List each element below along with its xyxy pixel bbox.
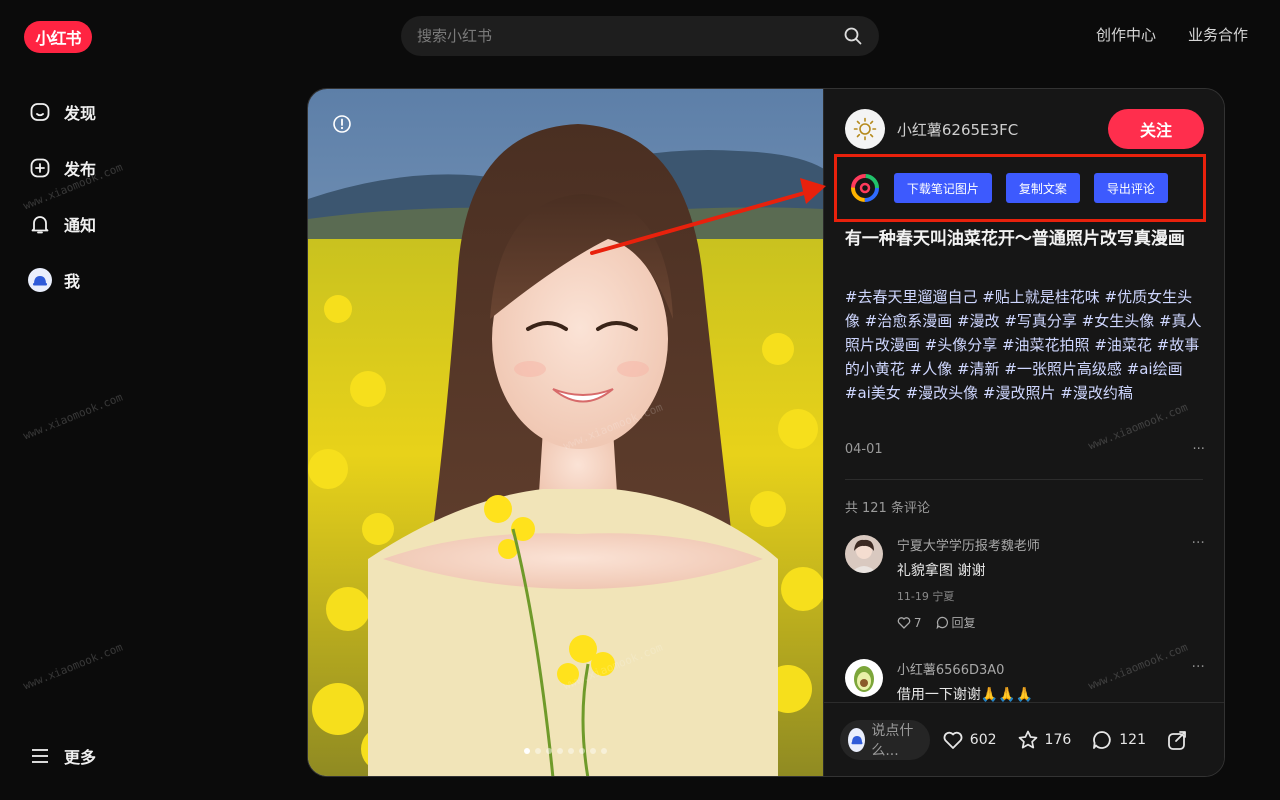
comment-like-button[interactable]: 7 [897,616,922,630]
comment-text: 借用一下谢谢🙏🙏🙏 [896,687,1034,703]
sidebar-item-label: 更多 [64,748,97,767]
sidebar-item-label: 发现 [64,104,97,123]
note-side-panel: 小红薯6265E3FC 关注 下载笔记图片 复制文案 导出评论 有一种春天叫油菜… [822,89,1224,776]
commenter-avatar[interactable] [844,535,883,573]
watermark: www.xiaomook.com [21,390,125,443]
download-images-button[interactable]: 下载笔记图片 [893,173,992,203]
bell-icon [28,212,52,236]
sidebar-item-notifications[interactable]: 通知 [28,206,96,242]
comment-count: 共 121 条评论 [844,501,930,516]
note-date: 04-01 [844,442,883,457]
sidebar-item-publish[interactable]: 发布 [28,150,96,186]
extension-toolbar: 下载笔记图片 复制文案 导出评论 [833,154,1206,222]
author-info[interactable]: 小红薯6265E3FC [844,109,1018,149]
heart-icon [897,616,911,629]
sidebar-nav: 发现 发布 通知 我 [28,94,96,318]
export-comments-button[interactable]: 导出评论 [1093,173,1168,203]
creator-center-link[interactable]: 创作中心 [1096,24,1156,45]
reply-icon [936,616,948,629]
home-icon [28,100,52,124]
heart-icon [943,731,963,749]
pagination-dot[interactable] [545,748,552,754]
search-input[interactable] [417,27,843,45]
commenter-avatar[interactable] [844,659,883,697]
search-icon[interactable] [843,26,863,46]
note-image[interactable] [308,89,823,776]
sidebar-item-me[interactable]: 我 [28,262,96,298]
note-title: 有一种春天叫油菜花开～普通照片改写真漫画 [844,229,1185,249]
star-icon [1018,730,1037,748]
comment-meta: 11-19 宁夏 [896,590,955,603]
pagination-dot[interactable] [523,748,530,754]
comment-icon [1093,730,1111,749]
like-count: 602 [969,731,997,748]
business-link[interactable]: 业务合作 [1188,24,1248,45]
menu-icon [28,744,52,768]
sun-icon [853,117,877,141]
author-avatar[interactable] [844,109,885,149]
comment-reply-label: 回复 [951,616,976,630]
note-hashtags[interactable]: #去春天里遛遛自己 #贴上就是桂花味 #优质女生头像 #治愈系漫画 #漫改 #写… [845,285,1207,405]
pagination-dot[interactable] [567,748,574,754]
pagination-dot[interactable] [556,748,563,754]
note-detail-card: 小红薯6265E3FC 关注 下载笔记图片 复制文案 导出评论 有一种春天叫油菜… [307,88,1225,777]
comment-like-count: 7 [913,615,922,630]
comment-reply-button[interactable]: 回复 [936,614,976,631]
divider [844,479,1203,480]
collect-button[interactable]: 176 [1017,729,1072,751]
author-name[interactable]: 小红薯6265E3FC [897,119,1018,140]
comment-more-icon[interactable]: ··· [1192,535,1205,551]
image-pagination [308,748,823,754]
sidebar-item-label: 通知 [64,216,97,235]
share-icon [1168,730,1186,750]
copy-text-button[interactable]: 复制文案 [1005,173,1080,203]
comment-text: 礼貌拿图 谢谢 [896,563,986,579]
sidebar-item-more[interactable]: 更多 [28,738,96,774]
pagination-dot[interactable] [578,748,585,754]
sidebar-item-label: 发布 [64,160,97,179]
search-bar[interactable] [401,16,879,56]
extension-logo-icon [850,174,879,202]
pagination-dot[interactable] [589,748,596,754]
user-avatar [847,727,866,752]
plus-square-icon [28,156,52,180]
sidebar-item-label: 我 [64,272,81,291]
collect-count: 176 [1044,731,1072,748]
comment-placeholder: 说点什么... [871,722,914,759]
xiaohongshu-logo[interactable]: 小红书 [24,21,92,53]
pagination-dot[interactable] [534,748,541,754]
follow-button[interactable]: 关注 [1108,109,1204,149]
info-icon[interactable] [332,114,352,134]
portrait-photo [308,89,823,776]
like-button[interactable]: 602 [942,729,997,751]
interaction-bar: 说点什么... 602 176 121 [823,702,1224,776]
sidebar-item-discover[interactable]: 发现 [28,94,96,130]
comment-total: 121 [1119,731,1146,748]
comment-button[interactable]: 121 [1091,729,1146,751]
pagination-dot[interactable] [600,748,607,754]
comment-more-icon[interactable]: ··· [1192,659,1205,675]
comment-input[interactable]: 说点什么... [839,719,930,760]
commenter-name[interactable]: 宁夏大学学历报考魏老师 [897,535,1197,554]
avatar-icon [28,268,52,292]
share-button[interactable] [1166,729,1188,751]
commenter-name[interactable]: 小红薯6566D3A0 [897,659,1197,678]
watermark: www.xiaomook.com [21,640,125,693]
more-options-icon[interactable]: ··· [1192,442,1204,457]
